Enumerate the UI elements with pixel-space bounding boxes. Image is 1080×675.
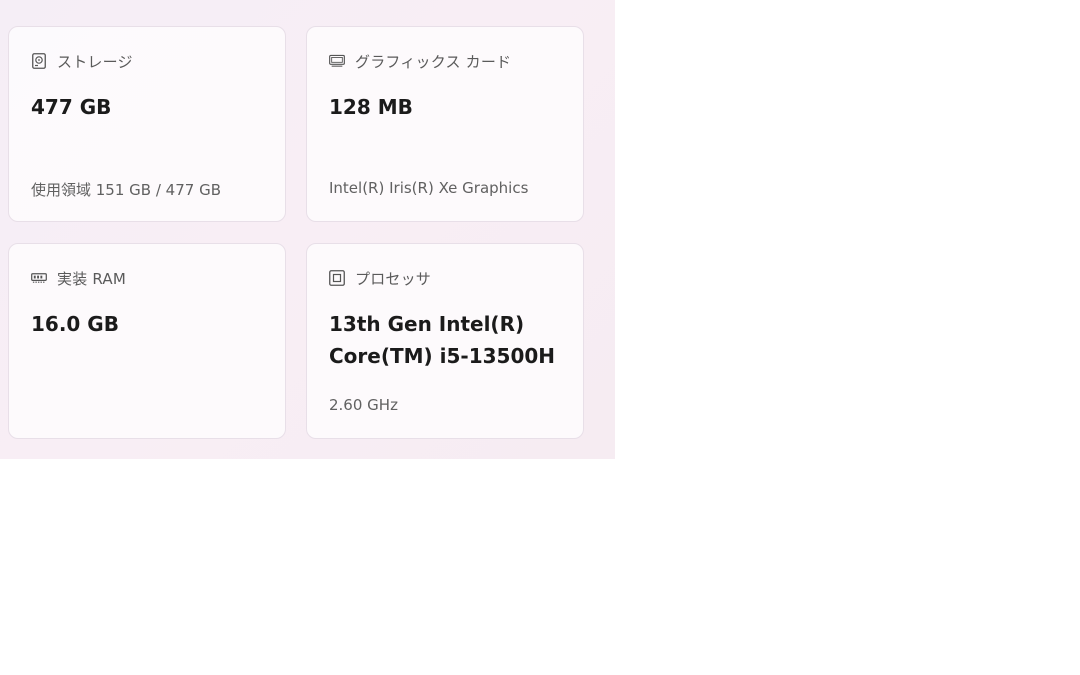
storage-value: 477 GB — [31, 95, 112, 119]
processor-value: 13th Gen Intel(R) Core(TM) i5-13500H — [329, 312, 556, 368]
graphics-memory-value: 128 MB — [329, 95, 413, 119]
ram-card[interactable]: 実装 RAM 16.0 GB — [8, 243, 286, 439]
graphics-card-header: グラフィックス カード — [329, 51, 511, 71]
storage-card-header: ストレージ — [31, 51, 133, 71]
ram-value: 16.0 GB — [31, 312, 119, 336]
graphics-card-label: グラフィックス カード — [355, 52, 512, 71]
ram-label: 実装 RAM — [57, 269, 126, 288]
processor-card-header: プロセッサ — [329, 268, 431, 288]
hard-drive-icon — [31, 53, 47, 69]
ram-card-header: 実装 RAM — [31, 268, 126, 288]
memory-icon — [31, 270, 47, 286]
storage-label: ストレージ — [57, 52, 133, 71]
processor-label: プロセッサ — [355, 269, 432, 288]
graphics-adapter-name: Intel(R) Iris(R) Xe Graphics — [329, 179, 529, 197]
processor-speed: 2.60 GHz — [329, 396, 398, 414]
processor-icon — [329, 270, 345, 286]
processor-card[interactable]: プロセッサ 13th Gen Intel(R) Core(TM) i5-1350… — [306, 243, 584, 439]
storage-card[interactable]: ストレージ 477 GB 使用領域 151 GB / 477 GB — [8, 26, 286, 222]
graphics-card-card[interactable]: グラフィックス カード 128 MB Intel(R) Iris(R) Xe G… — [306, 26, 584, 222]
storage-usage: 使用領域 151 GB / 477 GB — [31, 181, 221, 199]
system-specs-panel: ストレージ 477 GB 使用領域 151 GB / 477 GB グラフィック… — [0, 0, 615, 459]
graphics-card-icon — [329, 53, 345, 69]
